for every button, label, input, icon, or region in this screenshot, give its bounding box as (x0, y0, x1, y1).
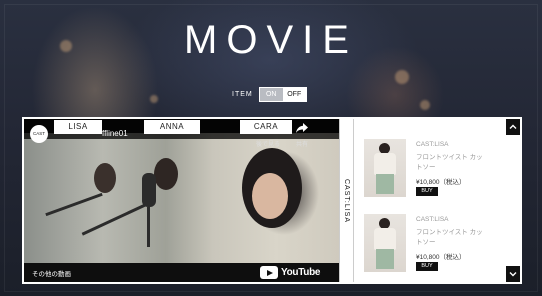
cast-strip: CAST:LISA (339, 119, 354, 282)
chevron-up-icon (509, 124, 517, 129)
youtube-wordmark: YouTube (281, 267, 321, 278)
share-label[interactable]: 共有 (296, 139, 308, 148)
product-card[interactable]: CAST:LISA フロントツイスト カットソー ¥10,800（税込） BUY (364, 214, 494, 274)
cast-button-anna[interactable]: ANNA (144, 120, 200, 134)
product-list: CAST:LISA フロントツイスト カットソー ¥10,800（税込） BUY… (354, 119, 506, 282)
channel-logo[interactable]: CAST (30, 125, 48, 143)
product-brand: CAST:LISA (416, 216, 449, 223)
product-image[interactable] (364, 214, 406, 272)
video-player[interactable]: CAST ffline01 LISA ANNA CARA 後で見る 共有 その他… (24, 119, 339, 282)
youtube-play-icon (260, 266, 278, 279)
product-brand: CAST:LISA (416, 141, 449, 148)
movie-panel: CAST ffline01 LISA ANNA CARA 後で見る 共有 その他… (22, 117, 522, 284)
buy-button[interactable]: BUY (416, 262, 438, 271)
pagination-dot-2[interactable] (507, 196, 514, 203)
product-price: ¥10,800（税込） (416, 254, 466, 261)
video-frame (24, 133, 339, 268)
cast-button-cara[interactable]: CARA (240, 120, 292, 134)
buy-button[interactable]: BUY (416, 187, 438, 196)
item-toggle-on[interactable]: ON (259, 88, 283, 101)
product-name[interactable]: フロントツイスト カットソー (416, 228, 488, 248)
video-title[interactable]: ffline01 (102, 129, 128, 138)
product-price: ¥10,800（税込） (416, 179, 466, 186)
share-arrow-icon[interactable] (295, 122, 309, 134)
item-toggle: ITEM ON OFF (232, 87, 307, 102)
watch-later-label[interactable]: 後で見る (256, 139, 280, 148)
product-name[interactable]: フロントツイスト カットソー (416, 153, 488, 173)
cast-strip-label: CAST:LISA (343, 179, 350, 224)
product-card[interactable]: CAST:LISA フロントツイスト カットソー ¥10,800（税込） BUY (364, 139, 494, 199)
product-image[interactable] (364, 139, 406, 197)
scroll-down-button[interactable] (506, 266, 520, 282)
item-toggle-off[interactable]: OFF (282, 88, 306, 101)
item-toggle-label: ITEM (232, 91, 253, 98)
youtube-logo[interactable]: YouTube (260, 266, 321, 279)
scroll-up-button[interactable] (506, 119, 520, 135)
item-toggle-switch[interactable]: ON OFF (258, 87, 307, 102)
chevron-down-icon (509, 272, 517, 277)
pagination-dots (507, 183, 515, 222)
pagination-dot-3[interactable] (507, 209, 514, 216)
pagination-dot-1[interactable] (507, 183, 514, 190)
cast-button-lisa[interactable]: LISA (54, 120, 102, 134)
more-videos-link[interactable]: その他の動画 (32, 268, 71, 278)
video-bottom-bar: その他の動画 YouTube (24, 263, 339, 282)
page-title: MOVIE (184, 18, 358, 62)
